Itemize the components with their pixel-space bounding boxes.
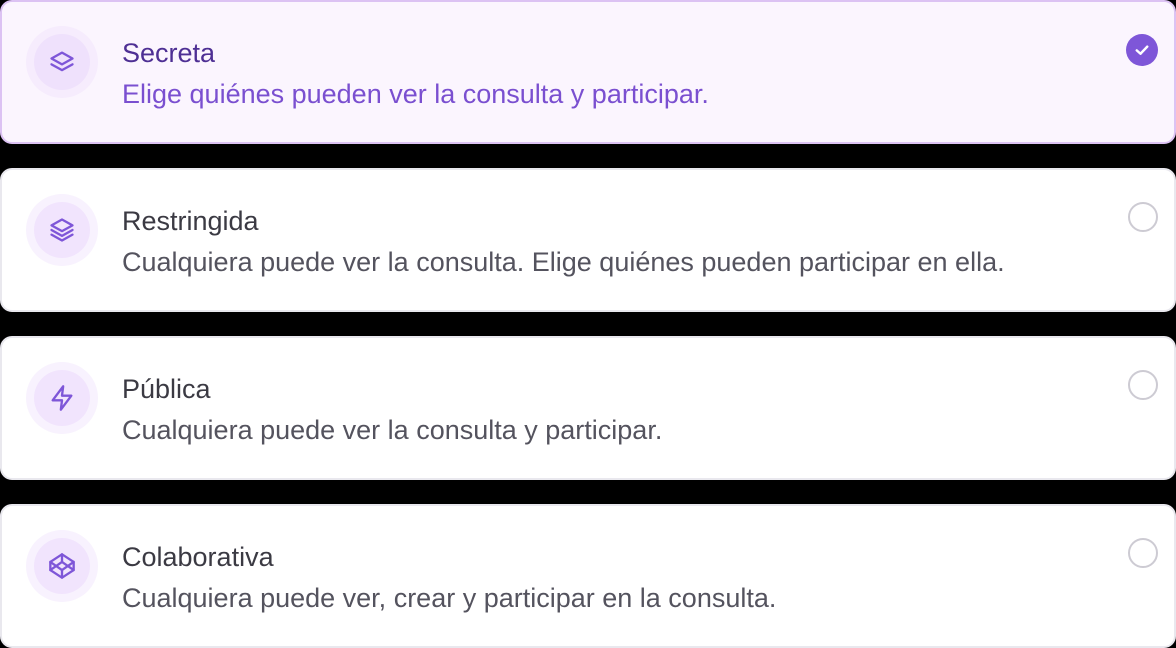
option-icon-badge: [26, 530, 98, 602]
radio-button[interactable]: [1128, 538, 1158, 568]
codepen-icon: [49, 553, 75, 579]
option-icon-badge: [26, 26, 98, 98]
option-icon-badge: [26, 362, 98, 434]
check-icon: [1135, 45, 1149, 55]
layers-icon: [50, 51, 74, 72]
option-description: Cualquiera puede ver la consulta. Elige …: [122, 247, 1005, 277]
option-description: Elige quiénes pueden ver la consulta y p…: [122, 79, 709, 109]
option-title: Secreta: [122, 38, 216, 68]
option-title: Colaborativa: [122, 542, 274, 572]
option-secreta[interactable]: Secreta Elige quiénes pueden ver la cons…: [0, 0, 1176, 144]
option-colaborativa[interactable]: Colaborativa Cualquiera puede ver, crear…: [0, 504, 1176, 648]
radio-checked-icon[interactable]: [1126, 34, 1158, 66]
option-publica[interactable]: Pública Cualquiera puede ver la consulta…: [0, 336, 1176, 480]
option-title: Restringida: [122, 206, 259, 236]
option-title: Pública: [122, 374, 211, 404]
option-description: Cualquiera puede ver, crear y participar…: [122, 583, 777, 613]
radio-button[interactable]: [1128, 370, 1158, 400]
option-restringida[interactable]: Restringida Cualquiera puede ver la cons…: [0, 168, 1176, 312]
radio-button[interactable]: [1128, 202, 1158, 232]
option-icon-badge: [26, 194, 98, 266]
layers-three-icon: [50, 218, 74, 242]
option-description: Cualquiera puede ver la consulta y parti…: [122, 415, 663, 445]
zap-icon: [51, 385, 73, 411]
